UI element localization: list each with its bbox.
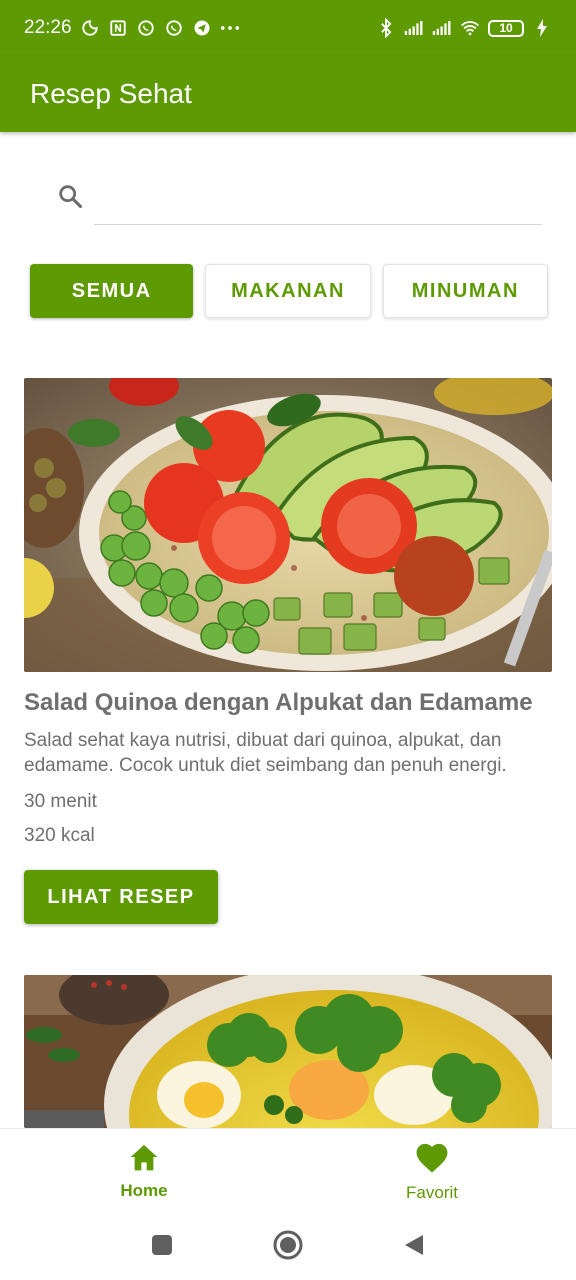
recents-button[interactable] — [151, 1234, 173, 1261]
search-bar — [56, 166, 542, 226]
home-button[interactable] — [273, 1230, 303, 1265]
heart-icon — [413, 1140, 451, 1179]
recipe-duration: 30 menit — [24, 791, 97, 812]
whatsapp-icon — [136, 18, 156, 38]
whatsapp-icon — [164, 18, 184, 38]
filter-semua-button[interactable]: SEMUA — [30, 264, 194, 318]
charging-icon — [532, 18, 552, 38]
signal-icon — [404, 18, 424, 38]
nav-favorit[interactable]: Favorit — [288, 1129, 576, 1214]
filter-makanan-button[interactable]: MAKANAN — [205, 264, 371, 318]
moon-icon — [80, 18, 100, 38]
app-title: Resep Sehat — [30, 78, 192, 109]
filter-minuman-button[interactable]: MINUMAN — [382, 264, 548, 318]
nav-home-label: Home — [120, 1181, 168, 1200]
recipe-card — [24, 975, 552, 1128]
more-icon — [220, 18, 240, 38]
view-recipe-button[interactable]: LIHAT RESEP — [24, 870, 218, 924]
app-bar: Resep Sehat — [0, 56, 576, 132]
bluetooth-icon — [376, 18, 396, 38]
nav-home[interactable]: Home — [0, 1129, 288, 1214]
wifi-icon — [460, 18, 480, 38]
recipe-description: Salad sehat kaya nutrisi, dibuat dari qu… — [24, 730, 507, 776]
recipe-image — [24, 378, 552, 672]
recipe-card: Salad Quinoa dengan Alpukat dan Edamame … — [24, 378, 552, 924]
back-button[interactable] — [403, 1233, 425, 1262]
bottom-navigation: Home Favorit — [0, 1128, 576, 1214]
recipe-calories: 320 kcal — [24, 825, 95, 846]
telegram-icon — [192, 18, 212, 38]
search-input[interactable] — [94, 167, 542, 225]
status-time: 22:26 — [24, 17, 72, 38]
system-navigation — [0, 1214, 576, 1280]
search-icon[interactable] — [56, 182, 84, 210]
recipe-title: Salad Quinoa dengan Alpukat dan Edamame — [24, 689, 533, 716]
battery-icon: 10 — [488, 19, 524, 37]
signal-icon — [432, 18, 452, 38]
nav-favorit-label: Favorit — [406, 1183, 458, 1202]
category-filters: SEMUA MAKANAN MINUMAN — [30, 264, 548, 318]
status-bar: 22:26 10 — [0, 0, 576, 56]
recipe-image — [24, 975, 552, 1128]
nfc-icon — [108, 18, 128, 38]
home-icon — [128, 1142, 160, 1177]
